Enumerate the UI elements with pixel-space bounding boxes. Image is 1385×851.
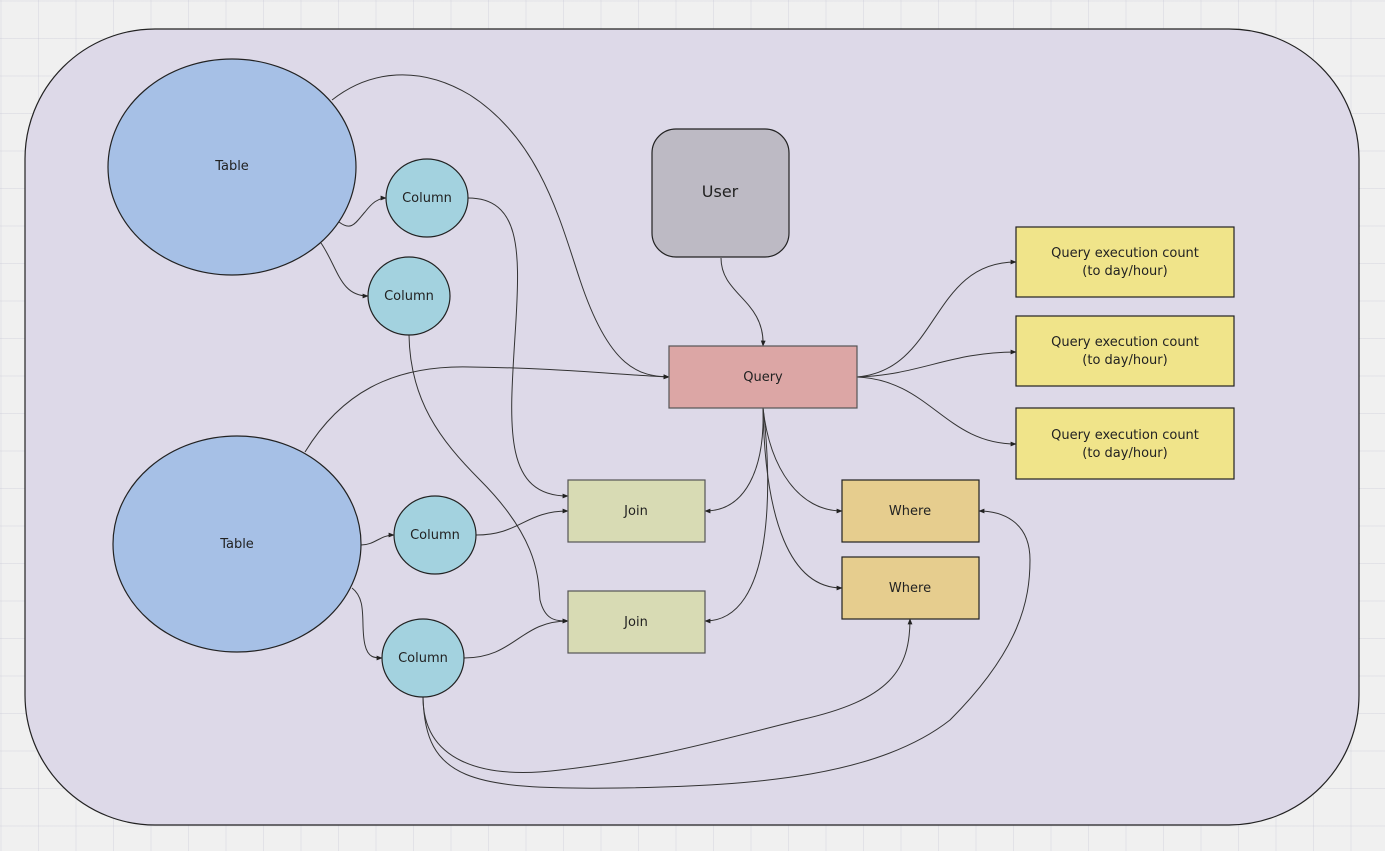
metric-node[interactable]: Query execution count (to day/hour): [1015, 315, 1235, 387]
column-label: Column: [398, 651, 448, 666]
metric-label: Query execution count: [1051, 428, 1199, 443]
user-label: User: [702, 182, 739, 201]
table-node[interactable]: Table: [112, 435, 362, 653]
table-label: Table: [214, 159, 249, 174]
user-node[interactable]: User: [651, 128, 790, 258]
metric-node[interactable]: Query execution count (to day/hour): [1015, 407, 1235, 480]
join-label: Join: [623, 504, 648, 519]
column-node[interactable]: Column: [381, 618, 465, 698]
metric-label: Query execution count: [1051, 246, 1199, 261]
column-label: Column: [410, 528, 460, 543]
column-node[interactable]: Column: [393, 495, 477, 575]
column-node[interactable]: Column: [385, 158, 469, 238]
where-node[interactable]: Where: [841, 479, 980, 543]
where-node[interactable]: Where: [841, 556, 980, 620]
metric-sublabel: (to day/hour): [1082, 353, 1167, 368]
column-node[interactable]: Column: [367, 256, 451, 336]
table-label: Table: [219, 537, 254, 552]
query-label: Query: [743, 370, 783, 385]
join-label: Join: [623, 615, 648, 630]
metric-label: Query execution count: [1051, 335, 1199, 350]
metric-sublabel: (to day/hour): [1082, 446, 1167, 461]
metric-node[interactable]: Query execution count (to day/hour): [1015, 226, 1235, 298]
where-label: Where: [889, 581, 931, 596]
column-label: Column: [384, 289, 434, 304]
join-node[interactable]: Join: [567, 479, 706, 543]
diagram-canvas[interactable]: Table Table Column Column Column Column …: [0, 0, 1385, 851]
where-label: Where: [889, 504, 931, 519]
query-node[interactable]: Query: [668, 345, 858, 409]
metric-sublabel: (to day/hour): [1082, 264, 1167, 279]
table-node[interactable]: Table: [107, 58, 357, 276]
join-node[interactable]: Join: [567, 590, 706, 654]
column-label: Column: [402, 191, 452, 206]
